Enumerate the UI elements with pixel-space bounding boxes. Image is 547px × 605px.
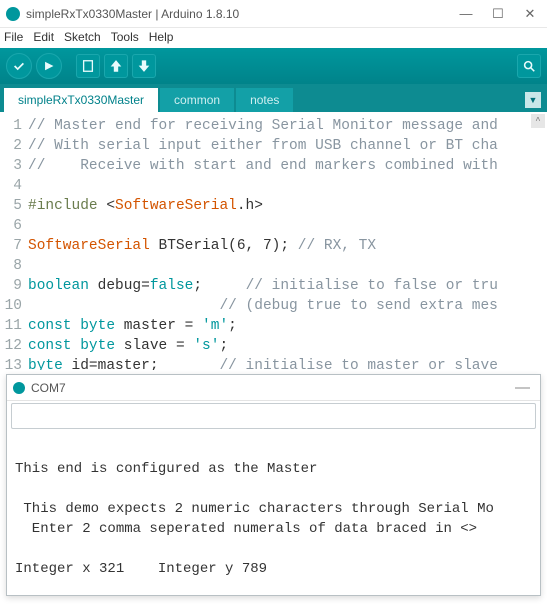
line-number: 11 <box>0 316 28 336</box>
upload-button[interactable] <box>36 53 62 79</box>
window-title: simpleRxTx0330Master | Arduino 1.8.10 <box>26 7 459 21</box>
line-number: 13 <box>0 356 28 370</box>
line-number: 4 <box>0 176 28 196</box>
scroll-up-icon[interactable]: ^ <box>531 114 545 128</box>
window-controls: — ☐ ✕ <box>459 7 537 21</box>
tabbar: simpleRxTx0330Master common notes ▼ <box>0 84 547 112</box>
line-number: 3 <box>0 156 28 176</box>
menu-edit[interactable]: Edit <box>31 30 56 44</box>
minimize-button[interactable]: — <box>459 7 473 21</box>
line-number: 8 <box>0 256 28 276</box>
line-number: 1 <box>0 116 28 136</box>
maximize-button[interactable]: ☐ <box>491 7 505 21</box>
toolbar <box>0 48 547 84</box>
save-button[interactable] <box>132 54 156 78</box>
serial-output: This end is configured as the Master Thi… <box>7 433 540 605</box>
tab-common[interactable]: common <box>160 88 234 112</box>
code-editor[interactable]: ^ 1// Master end for receiving Serial Mo… <box>0 112 547 370</box>
arduino-icon <box>6 7 20 21</box>
line-number: 12 <box>0 336 28 356</box>
serial-minimize-button[interactable]: — <box>515 379 530 396</box>
menu-help[interactable]: Help <box>147 30 176 44</box>
serial-monitor-button[interactable] <box>517 54 541 78</box>
tab-main-sketch[interactable]: simpleRxTx0330Master <box>4 88 158 112</box>
open-button[interactable] <box>104 54 128 78</box>
menu-sketch[interactable]: Sketch <box>62 30 103 44</box>
titlebar: simpleRxTx0330Master | Arduino 1.8.10 — … <box>0 0 547 28</box>
close-button[interactable]: ✕ <box>523 7 537 21</box>
line-number: 9 <box>0 276 28 296</box>
arduino-icon <box>13 382 25 394</box>
line-number: 7 <box>0 236 28 256</box>
line-number: 10 <box>0 296 28 316</box>
new-button[interactable] <box>76 54 100 78</box>
menu-file[interactable]: File <box>2 30 25 44</box>
menu-tools[interactable]: Tools <box>109 30 141 44</box>
serial-titlebar: COM7 — <box>7 375 540 401</box>
menubar: File Edit Sketch Tools Help <box>0 28 547 48</box>
tab-menu-button[interactable]: ▼ <box>525 92 541 108</box>
line-number: 2 <box>0 136 28 156</box>
serial-input-field[interactable] <box>11 403 536 429</box>
serial-monitor-window: COM7 — This end is configured as the Mas… <box>6 374 541 596</box>
tab-notes[interactable]: notes <box>236 88 293 112</box>
line-number: 6 <box>0 216 28 236</box>
verify-button[interactable] <box>6 53 32 79</box>
serial-port-title: COM7 <box>31 381 515 395</box>
line-number: 5 <box>0 196 28 216</box>
